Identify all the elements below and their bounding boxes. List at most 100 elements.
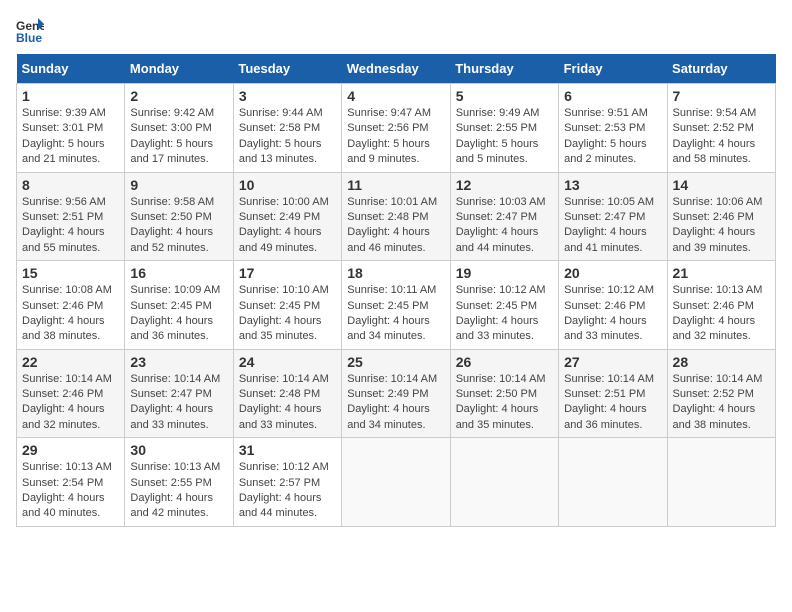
calendar-cell: 9 Sunrise: 9:58 AMSunset: 2:50 PMDayligh… bbox=[125, 172, 233, 261]
calendar-cell: 4 Sunrise: 9:47 AMSunset: 2:56 PMDayligh… bbox=[342, 84, 450, 173]
calendar-cell: 7 Sunrise: 9:54 AMSunset: 2:52 PMDayligh… bbox=[667, 84, 775, 173]
calendar-cell: 27 Sunrise: 10:14 AMSunset: 2:51 PMDayli… bbox=[559, 349, 667, 438]
week-row-2: 8 Sunrise: 9:56 AMSunset: 2:51 PMDayligh… bbox=[17, 172, 776, 261]
day-number: 15 bbox=[22, 265, 119, 281]
cell-content: Sunrise: 10:14 AMSunset: 2:51 PMDaylight… bbox=[564, 373, 654, 431]
cell-content: Sunrise: 10:03 AMSunset: 2:47 PMDaylight… bbox=[456, 196, 546, 254]
calendar-cell bbox=[559, 438, 667, 527]
day-number: 29 bbox=[22, 442, 119, 458]
day-header-saturday: Saturday bbox=[667, 54, 775, 84]
day-number: 9 bbox=[130, 177, 227, 193]
cell-content: Sunrise: 10:06 AMSunset: 2:46 PMDaylight… bbox=[673, 196, 763, 254]
cell-content: Sunrise: 10:13 AMSunset: 2:54 PMDaylight… bbox=[22, 461, 112, 519]
day-number: 23 bbox=[130, 354, 227, 370]
logo: General Blue bbox=[16, 16, 44, 44]
calendar-cell: 23 Sunrise: 10:14 AMSunset: 2:47 PMDayli… bbox=[125, 349, 233, 438]
day-header-wednesday: Wednesday bbox=[342, 54, 450, 84]
day-number: 10 bbox=[239, 177, 336, 193]
day-header-tuesday: Tuesday bbox=[233, 54, 341, 84]
day-number: 13 bbox=[564, 177, 661, 193]
calendar-cell: 13 Sunrise: 10:05 AMSunset: 2:47 PMDayli… bbox=[559, 172, 667, 261]
calendar-cell: 22 Sunrise: 10:14 AMSunset: 2:46 PMDayli… bbox=[17, 349, 125, 438]
day-number: 26 bbox=[456, 354, 553, 370]
day-number: 8 bbox=[22, 177, 119, 193]
day-number: 4 bbox=[347, 88, 444, 104]
calendar-cell: 14 Sunrise: 10:06 AMSunset: 2:46 PMDayli… bbox=[667, 172, 775, 261]
calendar-cell: 21 Sunrise: 10:13 AMSunset: 2:46 PMDayli… bbox=[667, 261, 775, 350]
cell-content: Sunrise: 10:14 AMSunset: 2:48 PMDaylight… bbox=[239, 373, 329, 431]
day-number: 21 bbox=[673, 265, 770, 281]
day-number: 24 bbox=[239, 354, 336, 370]
calendar-cell: 3 Sunrise: 9:44 AMSunset: 2:58 PMDayligh… bbox=[233, 84, 341, 173]
calendar-cell: 18 Sunrise: 10:11 AMSunset: 2:45 PMDayli… bbox=[342, 261, 450, 350]
day-number: 18 bbox=[347, 265, 444, 281]
week-row-4: 22 Sunrise: 10:14 AMSunset: 2:46 PMDayli… bbox=[17, 349, 776, 438]
cell-content: Sunrise: 10:13 AMSunset: 2:46 PMDaylight… bbox=[673, 284, 763, 342]
day-number: 5 bbox=[456, 88, 553, 104]
calendar-cell: 10 Sunrise: 10:00 AMSunset: 2:49 PMDayli… bbox=[233, 172, 341, 261]
day-header-sunday: Sunday bbox=[17, 54, 125, 84]
day-number: 20 bbox=[564, 265, 661, 281]
cell-content: Sunrise: 10:05 AMSunset: 2:47 PMDaylight… bbox=[564, 196, 654, 254]
cell-content: Sunrise: 10:08 AMSunset: 2:46 PMDaylight… bbox=[22, 284, 112, 342]
calendar-cell: 25 Sunrise: 10:14 AMSunset: 2:49 PMDayli… bbox=[342, 349, 450, 438]
day-number: 1 bbox=[22, 88, 119, 104]
cell-content: Sunrise: 10:12 AMSunset: 2:46 PMDaylight… bbox=[564, 284, 654, 342]
calendar-table: SundayMondayTuesdayWednesdayThursdayFrid… bbox=[16, 54, 776, 527]
day-number: 16 bbox=[130, 265, 227, 281]
cell-content: Sunrise: 9:44 AMSunset: 2:58 PMDaylight:… bbox=[239, 107, 323, 165]
calendar-cell: 28 Sunrise: 10:14 AMSunset: 2:52 PMDayli… bbox=[667, 349, 775, 438]
calendar-cell: 2 Sunrise: 9:42 AMSunset: 3:00 PMDayligh… bbox=[125, 84, 233, 173]
cell-content: Sunrise: 9:58 AMSunset: 2:50 PMDaylight:… bbox=[130, 196, 214, 254]
day-number: 6 bbox=[564, 88, 661, 104]
day-number: 17 bbox=[239, 265, 336, 281]
cell-content: Sunrise: 9:49 AMSunset: 2:55 PMDaylight:… bbox=[456, 107, 540, 165]
day-number: 31 bbox=[239, 442, 336, 458]
day-number: 12 bbox=[456, 177, 553, 193]
calendar-cell: 11 Sunrise: 10:01 AMSunset: 2:48 PMDayli… bbox=[342, 172, 450, 261]
cell-content: Sunrise: 9:39 AMSunset: 3:01 PMDaylight:… bbox=[22, 107, 106, 165]
day-number: 30 bbox=[130, 442, 227, 458]
cell-content: Sunrise: 10:12 AMSunset: 2:45 PMDaylight… bbox=[456, 284, 546, 342]
week-row-3: 15 Sunrise: 10:08 AMSunset: 2:46 PMDayli… bbox=[17, 261, 776, 350]
cell-content: Sunrise: 10:14 AMSunset: 2:46 PMDaylight… bbox=[22, 373, 112, 431]
calendar-cell: 16 Sunrise: 10:09 AMSunset: 2:45 PMDayli… bbox=[125, 261, 233, 350]
calendar-cell bbox=[667, 438, 775, 527]
calendar-cell bbox=[450, 438, 558, 527]
calendar-cell bbox=[342, 438, 450, 527]
cell-content: Sunrise: 10:00 AMSunset: 2:49 PMDaylight… bbox=[239, 196, 329, 254]
week-row-5: 29 Sunrise: 10:13 AMSunset: 2:54 PMDayli… bbox=[17, 438, 776, 527]
cell-content: Sunrise: 10:14 AMSunset: 2:52 PMDaylight… bbox=[673, 373, 763, 431]
cell-content: Sunrise: 9:51 AMSunset: 2:53 PMDaylight:… bbox=[564, 107, 648, 165]
day-number: 3 bbox=[239, 88, 336, 104]
calendar-cell: 12 Sunrise: 10:03 AMSunset: 2:47 PMDayli… bbox=[450, 172, 558, 261]
day-number: 2 bbox=[130, 88, 227, 104]
header-row: SundayMondayTuesdayWednesdayThursdayFrid… bbox=[17, 54, 776, 84]
day-number: 22 bbox=[22, 354, 119, 370]
cell-content: Sunrise: 10:12 AMSunset: 2:57 PMDaylight… bbox=[239, 461, 329, 519]
day-number: 28 bbox=[673, 354, 770, 370]
calendar-cell: 8 Sunrise: 9:56 AMSunset: 2:51 PMDayligh… bbox=[17, 172, 125, 261]
calendar-cell: 15 Sunrise: 10:08 AMSunset: 2:46 PMDayli… bbox=[17, 261, 125, 350]
day-number: 14 bbox=[673, 177, 770, 193]
calendar-cell: 17 Sunrise: 10:10 AMSunset: 2:45 PMDayli… bbox=[233, 261, 341, 350]
day-header-friday: Friday bbox=[559, 54, 667, 84]
cell-content: Sunrise: 9:54 AMSunset: 2:52 PMDaylight:… bbox=[673, 107, 757, 165]
header: General Blue bbox=[16, 16, 776, 44]
day-number: 19 bbox=[456, 265, 553, 281]
day-number: 11 bbox=[347, 177, 444, 193]
calendar-cell: 19 Sunrise: 10:12 AMSunset: 2:45 PMDayli… bbox=[450, 261, 558, 350]
cell-content: Sunrise: 10:14 AMSunset: 2:49 PMDaylight… bbox=[347, 373, 437, 431]
calendar-cell: 6 Sunrise: 9:51 AMSunset: 2:53 PMDayligh… bbox=[559, 84, 667, 173]
cell-content: Sunrise: 10:14 AMSunset: 2:47 PMDaylight… bbox=[130, 373, 220, 431]
svg-text:Blue: Blue bbox=[16, 31, 42, 44]
calendar-cell: 29 Sunrise: 10:13 AMSunset: 2:54 PMDayli… bbox=[17, 438, 125, 527]
calendar-cell: 30 Sunrise: 10:13 AMSunset: 2:55 PMDayli… bbox=[125, 438, 233, 527]
day-header-thursday: Thursday bbox=[450, 54, 558, 84]
calendar-cell: 24 Sunrise: 10:14 AMSunset: 2:48 PMDayli… bbox=[233, 349, 341, 438]
cell-content: Sunrise: 10:01 AMSunset: 2:48 PMDaylight… bbox=[347, 196, 437, 254]
cell-content: Sunrise: 9:42 AMSunset: 3:00 PMDaylight:… bbox=[130, 107, 214, 165]
cell-content: Sunrise: 9:56 AMSunset: 2:51 PMDaylight:… bbox=[22, 196, 106, 254]
calendar-cell: 1 Sunrise: 9:39 AMSunset: 3:01 PMDayligh… bbox=[17, 84, 125, 173]
cell-content: Sunrise: 10:09 AMSunset: 2:45 PMDaylight… bbox=[130, 284, 220, 342]
